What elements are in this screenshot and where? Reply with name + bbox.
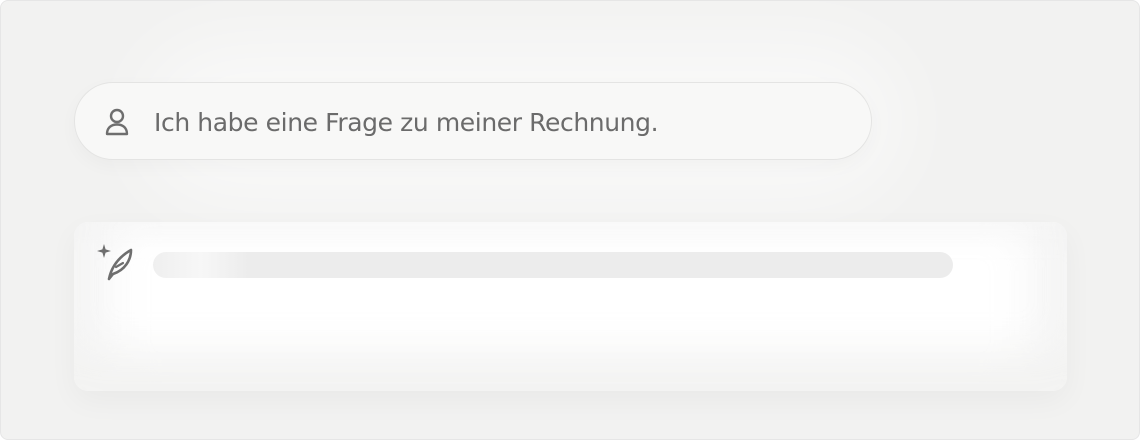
person-icon bbox=[105, 108, 129, 136]
sparkle-quill-icon bbox=[97, 244, 133, 281]
chat-window: Ich habe eine Frage zu meiner Rechnung. bbox=[0, 0, 1140, 440]
loading-skeleton-bar bbox=[153, 252, 953, 278]
user-message-text: Ich habe eine Frage zu meiner Rechnung. bbox=[154, 108, 659, 137]
assistant-reply-card bbox=[74, 222, 1067, 391]
